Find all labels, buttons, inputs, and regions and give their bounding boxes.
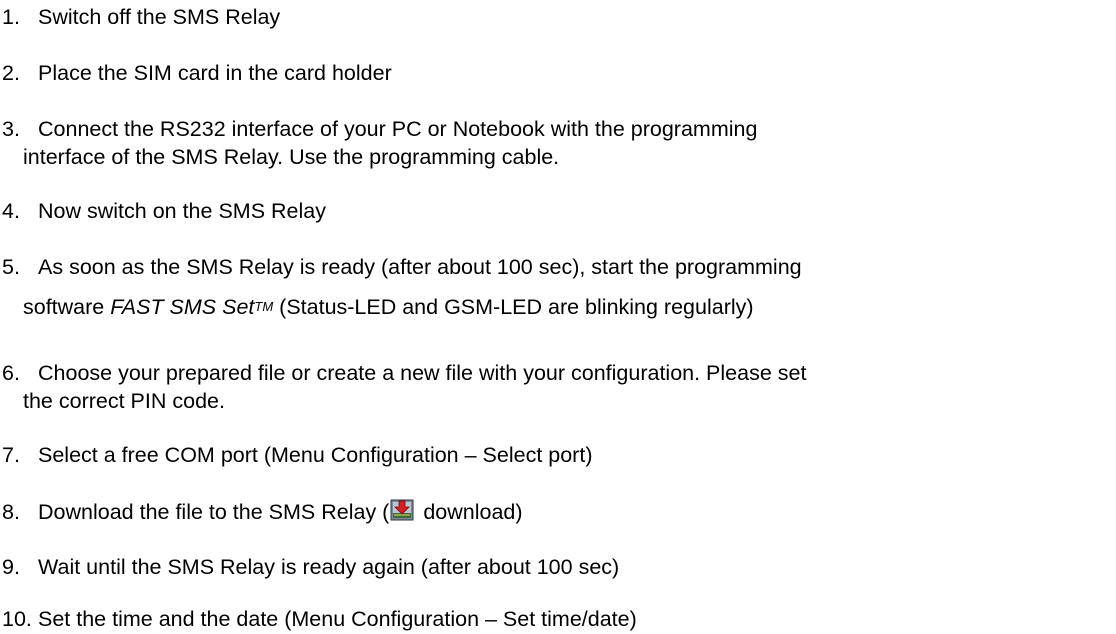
step-number: 9. [2,555,20,579]
software-name: FAST SMS Set [110,294,255,319]
step-number: 2. [2,61,20,85]
step-number: 5. [2,255,20,279]
step-10: 10. Set the time and the date (Menu Confi… [2,606,1102,634]
step-number: 10. [2,607,32,631]
step-text: Wait until the SMS Relay is ready again … [38,555,620,579]
step-text: Place the SIM card in the card holder [38,61,392,85]
step-text-prefix: software [23,294,111,319]
step-text: Connect the RS232 interface of your PC o… [38,117,758,141]
step-text: Download the file to the SMS Relay ( [38,500,390,524]
step-3: 3. Connect the RS232 interface of your PC… [2,116,1102,172]
step-5: 5. As soon as the SMS Relay is ready (aft… [2,254,1102,322]
step-text: As soon as the SMS Relay is ready (after… [38,255,802,279]
trademark-symbol: TM [254,298,274,314]
step-text-continued: software FAST SMS SetTM (Status-LED and … [2,294,1102,322]
step-9: 9. Wait until the SMS Relay is ready agai… [2,554,1102,582]
step-text-continued: the correct PIN code. [23,388,225,413]
step-text-suffix: (Status-LED and GSM-LED are blinking reg… [273,294,754,319]
step-text: Set the time and the date (Menu Configur… [38,607,637,631]
step-number: 4. [2,199,20,223]
step-7: 7. Select a free COM port (Menu Configura… [2,442,1102,470]
step-4: 4. Now switch on the SMS Relay [2,198,1102,226]
step-text-continued: interface of the SMS Relay. Use the prog… [23,144,560,169]
step-number: 7. [2,443,20,467]
step-6: 6. Choose your prepared file or create a … [2,360,1102,416]
step-2: 2. Place the SIM card in the card holder [2,60,1102,88]
step-8: 8. Download the file to the SMS Relay ( d… [2,498,1102,527]
step-number: 6. [2,361,20,385]
step-text: Now switch on the SMS Relay [38,199,326,223]
step-text: Choose your prepared file or create a ne… [38,361,807,385]
step-number: 8. [2,500,20,524]
step-1: 1. Switch off the SMS Relay [2,4,1102,32]
step-number: 1. [2,5,20,29]
step-text: Select a free COM port (Menu Configurati… [38,443,593,467]
download-icon [390,498,414,522]
step-number: 3. [2,117,20,141]
step-text-suffix: download) [417,500,523,524]
step-text: Switch off the SMS Relay [38,5,281,29]
